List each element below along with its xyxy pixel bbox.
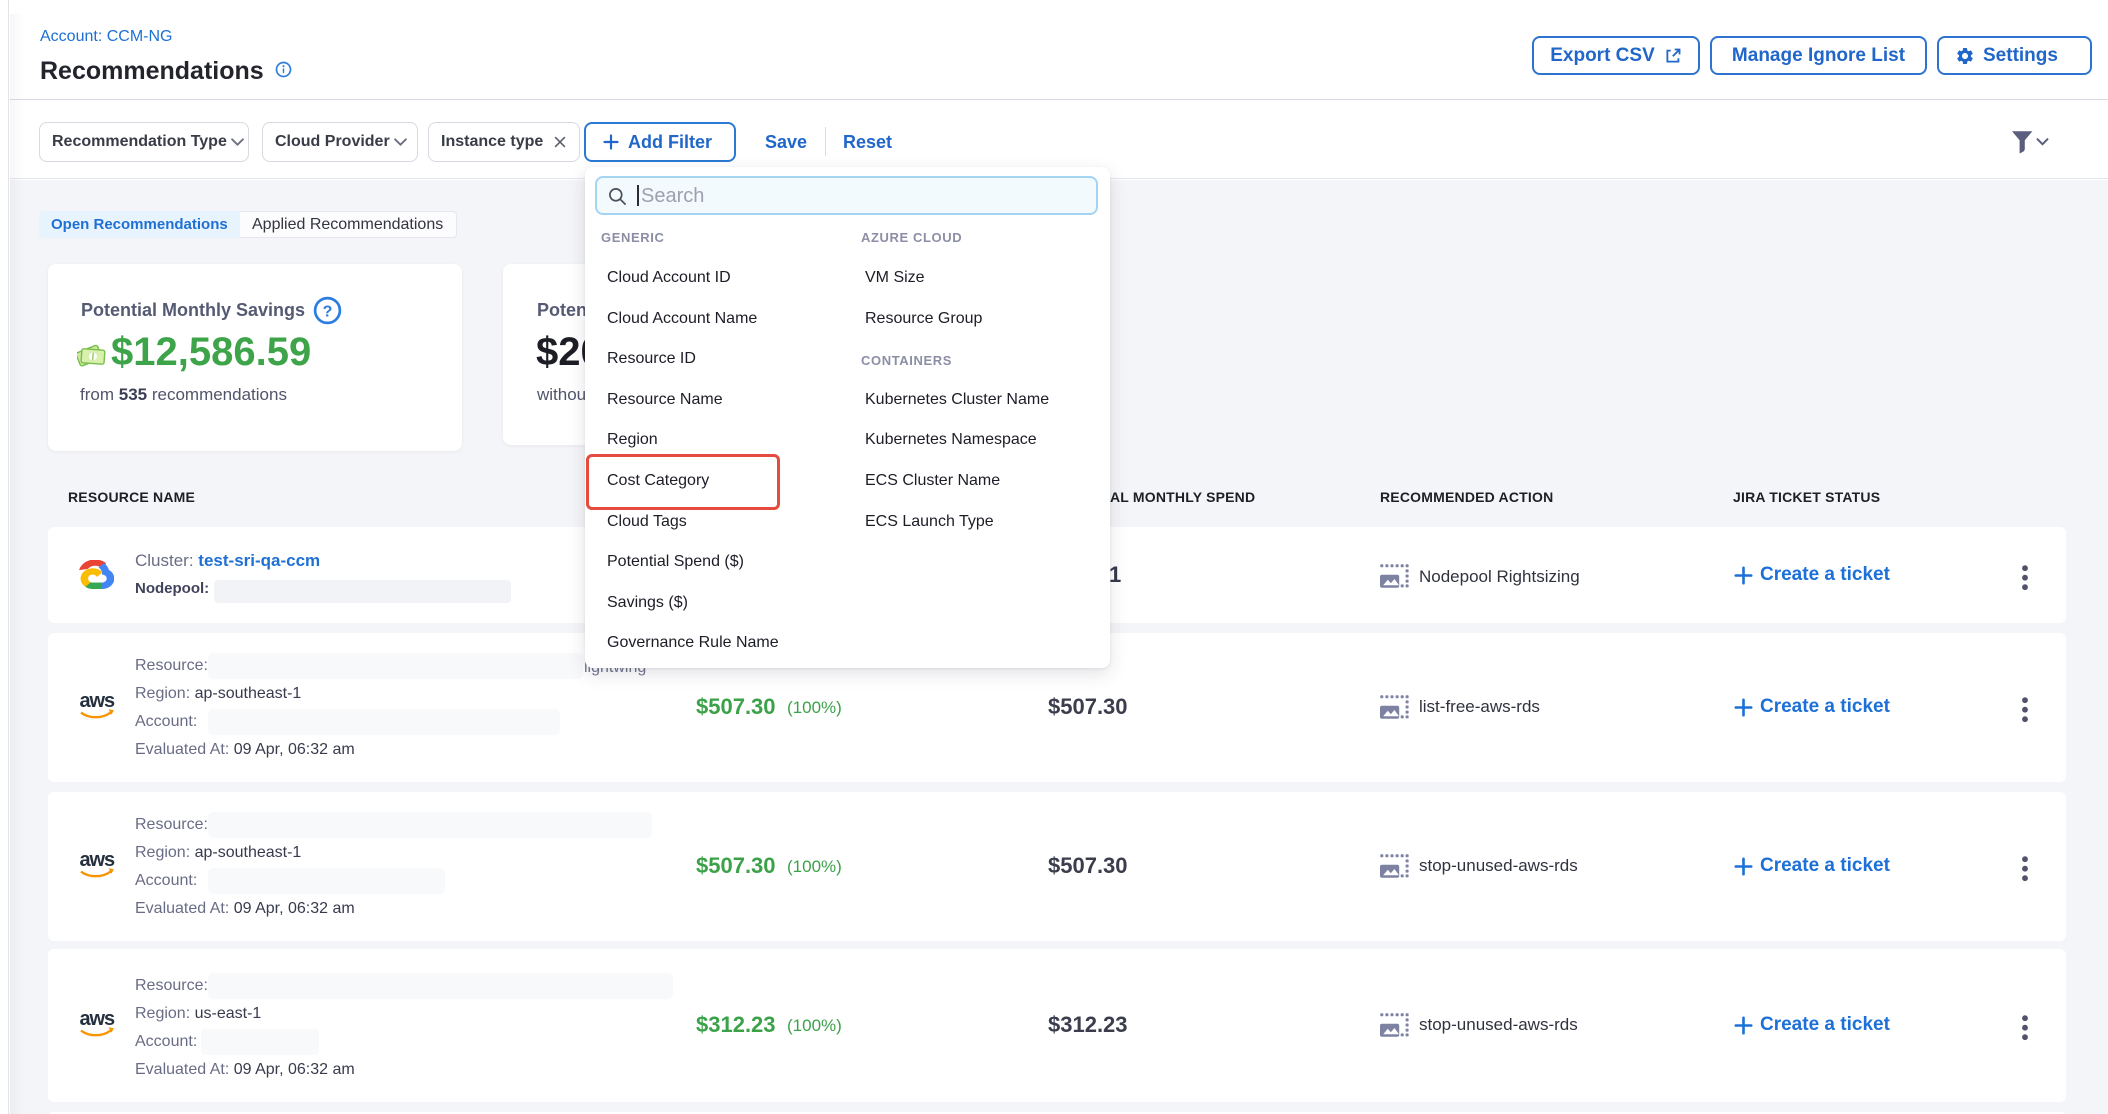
svg-text:?: ?: [323, 304, 333, 321]
svg-text:aws: aws: [80, 851, 115, 871]
svg-text:aws: aws: [80, 692, 115, 712]
svg-text:aws: aws: [80, 1010, 115, 1030]
